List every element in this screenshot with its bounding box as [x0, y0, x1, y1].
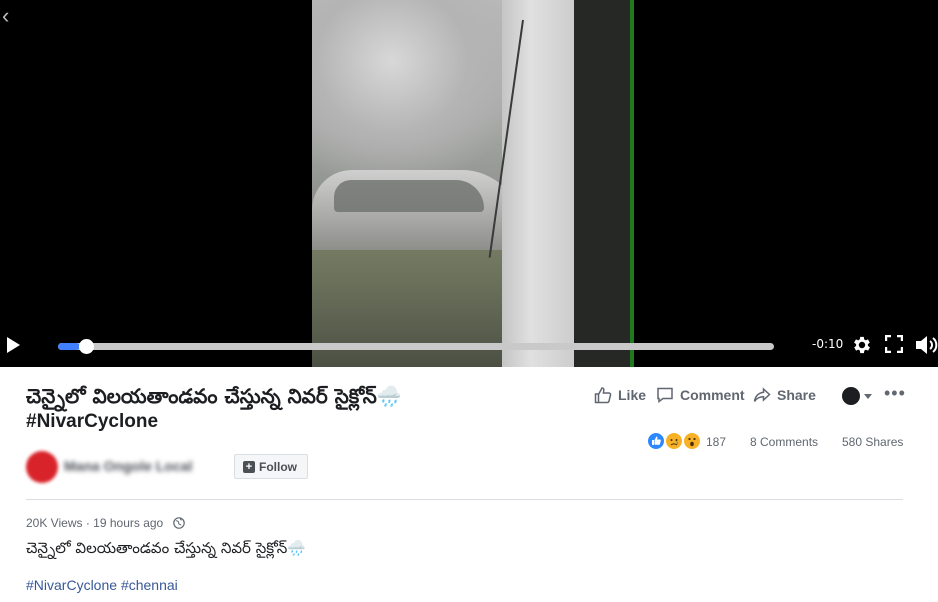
- comment-button[interactable]: Comment: [656, 386, 745, 404]
- post-title: చెన్నైలో విలయతాండవం చేస్తున్న నివర్ సైక్…: [26, 384, 402, 408]
- share-label: Share: [777, 387, 816, 403]
- divider: [26, 499, 903, 500]
- view-count: 20K Views: [26, 516, 83, 530]
- comment-label: Comment: [680, 387, 745, 403]
- video-scrubber[interactable]: [58, 339, 774, 354]
- volume-icon[interactable]: [915, 334, 938, 356]
- avatar: [842, 387, 860, 405]
- time-ago[interactable]: 19 hours ago: [93, 516, 163, 530]
- tag-nivarcyclone[interactable]: #NivarCyclone: [26, 577, 117, 593]
- chevron-left-icon[interactable]: ‹: [2, 4, 22, 28]
- like-reaction-icon[interactable]: [647, 432, 665, 450]
- like-label: Like: [618, 387, 647, 403]
- caret-down-icon: [864, 394, 872, 399]
- plus-icon: +: [243, 460, 255, 473]
- video-green-line: [630, 0, 634, 367]
- more-icon[interactable]: •••: [884, 384, 905, 406]
- scrubber-knob[interactable]: [79, 339, 95, 354]
- video-dark-area: [574, 0, 632, 367]
- like-button[interactable]: Like: [594, 386, 646, 404]
- post-tags: #NivarCyclone #chennai: [26, 577, 178, 593]
- post-title-hashtag[interactable]: #NivarCyclone: [26, 411, 158, 433]
- share-button[interactable]: Share: [753, 386, 816, 404]
- comments-count[interactable]: 8 Comments: [750, 435, 818, 449]
- reaction-count[interactable]: 187: [706, 435, 726, 449]
- thumbs-up-icon: [652, 436, 661, 445]
- scrubber-progress: [58, 343, 81, 350]
- tag-chennai[interactable]: #chennai: [121, 577, 178, 593]
- sad-face-icon: [670, 439, 679, 446]
- video-car-window: [334, 180, 484, 212]
- video-frame[interactable]: [312, 0, 634, 367]
- post-description: చెన్నైలో విలయతాండవం చేస్తున్న నివర్ సైక్…: [26, 539, 306, 557]
- fullscreen-icon[interactable]: [885, 335, 903, 353]
- time-remaining: -0:10: [812, 337, 844, 351]
- page-name[interactable]: Mana Ongole Local: [64, 458, 192, 474]
- globe-icon: [172, 517, 185, 529]
- thumbs-up-icon: [594, 387, 612, 404]
- play-icon[interactable]: [7, 337, 20, 353]
- page-avatar[interactable]: [26, 451, 58, 483]
- comment-icon: [657, 387, 673, 403]
- video-pole: [502, 0, 574, 367]
- gear-icon[interactable]: [851, 334, 873, 356]
- shares-count[interactable]: 580 Shares: [842, 435, 903, 449]
- wow-face-icon: [688, 437, 696, 447]
- sad-reaction-icon[interactable]: [665, 432, 683, 450]
- video-fog: [312, 0, 512, 175]
- wow-reaction-icon[interactable]: [683, 432, 701, 450]
- follow-label: Follow: [259, 459, 297, 474]
- share-icon: [753, 387, 771, 402]
- video-player[interactable]: ‹ -0:10: [0, 0, 938, 367]
- account-selector[interactable]: [842, 387, 878, 405]
- video-controls: -0:10: [0, 325, 938, 367]
- follow-button[interactable]: + Follow: [234, 454, 308, 479]
- post-meta: 20K Views · 19 hours ago: [26, 516, 185, 530]
